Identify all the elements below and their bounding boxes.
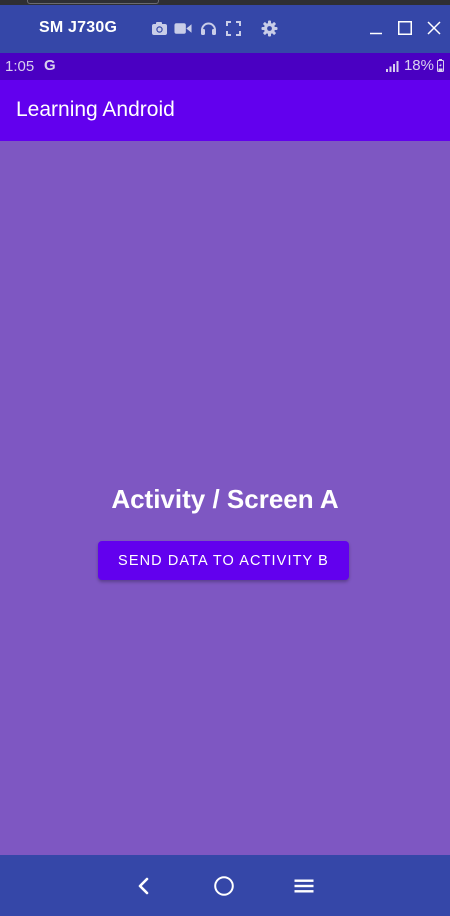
device-name: SM J730G bbox=[39, 19, 118, 36]
settings-icon[interactable] bbox=[260, 19, 278, 37]
back-icon[interactable] bbox=[130, 872, 158, 900]
status-bar: 1:05 G 18% bbox=[0, 53, 450, 80]
maximize-icon[interactable] bbox=[395, 18, 415, 38]
camera-icon[interactable] bbox=[150, 19, 168, 37]
battery-icon bbox=[437, 59, 444, 72]
fullscreen-icon[interactable] bbox=[224, 19, 242, 37]
status-right-group: 18% bbox=[385, 57, 444, 74]
status-time: 1:05 bbox=[5, 58, 35, 75]
emulator-frame: SM J730G 1:05 G 18% Learning Android Act… bbox=[0, 0, 450, 916]
send-data-button[interactable]: SEND DATA TO ACTIVITY B bbox=[98, 541, 349, 580]
home-icon[interactable] bbox=[210, 872, 238, 900]
battery-percent: 18% bbox=[403, 57, 434, 74]
emulator-titlebar: SM J730G bbox=[0, 5, 450, 53]
activity-content: Activity / Screen A SEND DATA TO ACTIVIT… bbox=[0, 141, 450, 855]
headphones-icon[interactable] bbox=[199, 19, 217, 37]
navigation-bar bbox=[0, 855, 450, 916]
app-title: Learning Android bbox=[16, 98, 175, 121]
screen-title: Activity / Screen A bbox=[111, 484, 339, 514]
signal-icon bbox=[385, 60, 400, 72]
close-icon[interactable] bbox=[424, 18, 444, 38]
host-tab-edge bbox=[27, 0, 159, 4]
recents-icon[interactable] bbox=[290, 872, 318, 900]
app-bar: Learning Android bbox=[0, 80, 450, 141]
video-icon[interactable] bbox=[174, 19, 192, 37]
minimize-icon[interactable] bbox=[366, 18, 386, 38]
google-icon: G bbox=[44, 57, 56, 74]
